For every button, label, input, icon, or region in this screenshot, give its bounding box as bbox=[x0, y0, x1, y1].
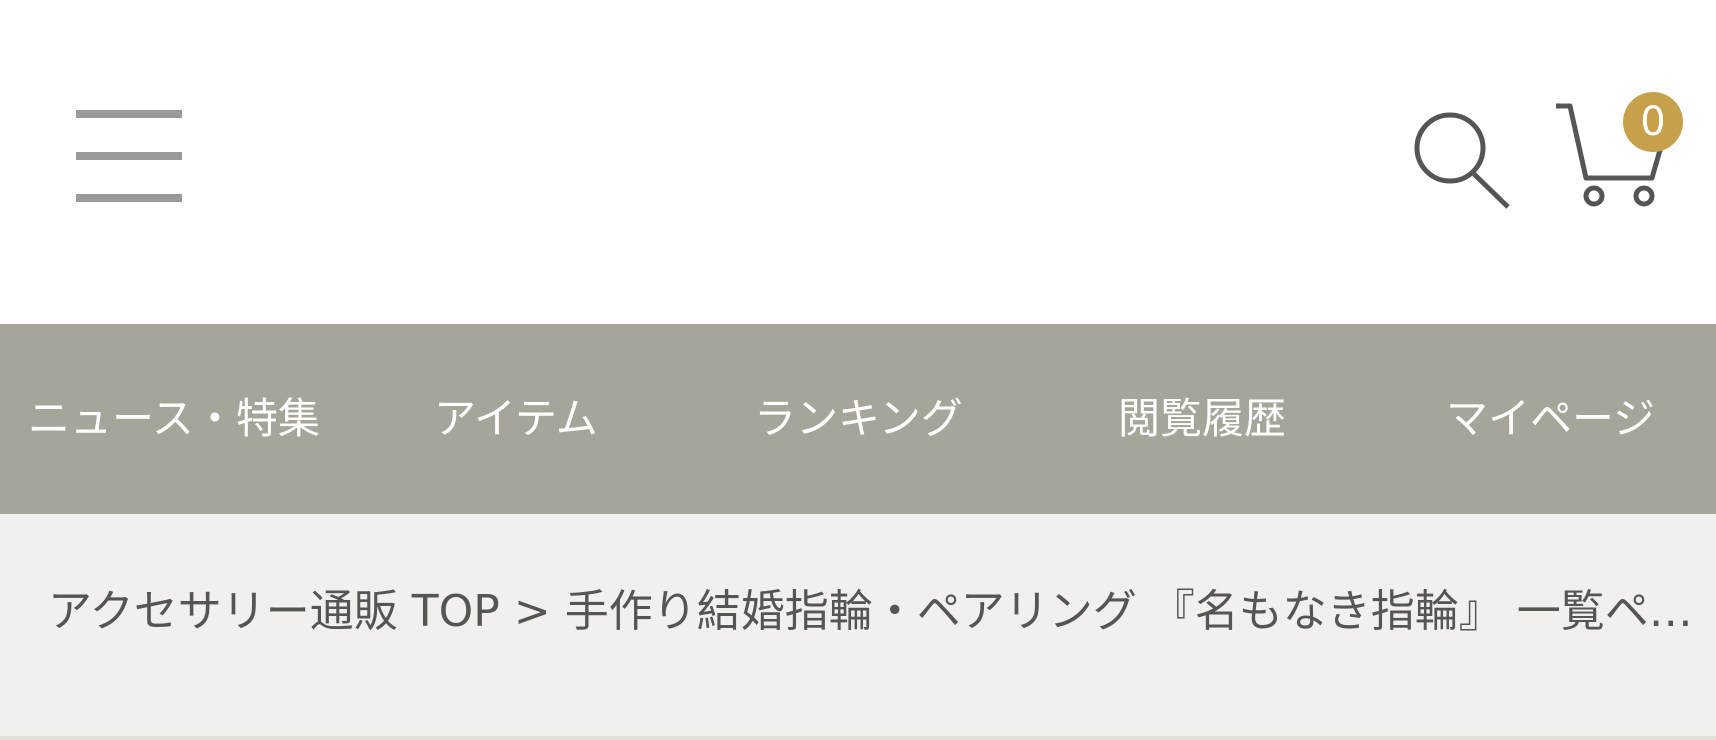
breadcrumb-current: 手作り結婚指輪・ペアリング 『名もなき指輪』 一覧ページ bbox=[564, 586, 1700, 637]
global-nav: ニュース・特集 アイテム ランキング 閲覧履歴 マイページ bbox=[0, 324, 1716, 514]
breadcrumb-home-link[interactable]: アクセサリー通販 TOP bbox=[48, 586, 500, 637]
menu-line bbox=[76, 194, 182, 202]
breadcrumb-bar: アクセサリー通販 TOP > 手作り結婚指輪・ペアリング 『名もなき指輪』 一覧… bbox=[0, 514, 1716, 740]
nav-item-mypage[interactable]: マイページ bbox=[1446, 324, 1655, 514]
nav-item-history[interactable]: 閲覧履歴 bbox=[1118, 324, 1286, 514]
menu-line bbox=[76, 152, 182, 160]
site-header: 0 bbox=[0, 0, 1716, 324]
divider bbox=[0, 736, 1716, 740]
nav-item-ranking[interactable]: ランキング bbox=[754, 324, 963, 514]
breadcrumb: アクセサリー通販 TOP > 手作り結婚指輪・ペアリング 『名もなき指輪』 一覧… bbox=[48, 514, 1700, 740]
nav-item-items[interactable]: アイテム bbox=[434, 324, 598, 514]
nav-item-news[interactable]: ニュース・特集 bbox=[28, 324, 320, 514]
breadcrumb-separator: > bbox=[513, 586, 551, 637]
hamburger-menu-icon[interactable] bbox=[76, 110, 182, 206]
menu-line bbox=[76, 110, 182, 118]
search-icon[interactable] bbox=[1412, 110, 1512, 210]
cart-count-badge: 0 bbox=[1623, 92, 1683, 152]
